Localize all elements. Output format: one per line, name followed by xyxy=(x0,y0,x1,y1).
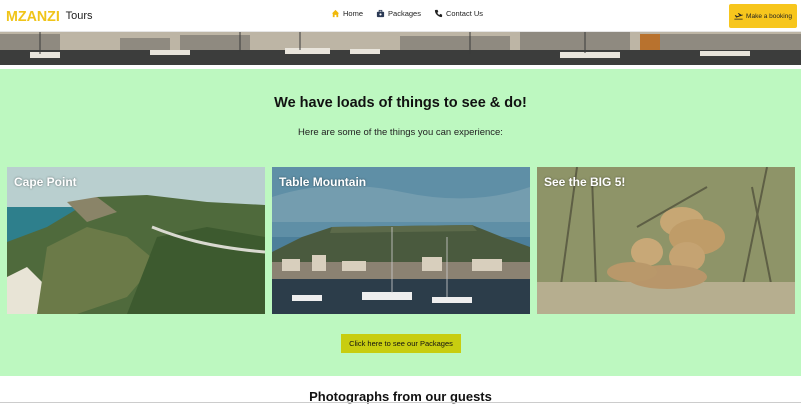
nav-home[interactable]: Home xyxy=(331,9,363,18)
navbar: MZANZI Tours Home Packages Contact Us Ma… xyxy=(0,0,801,32)
nav-contact-label: Contact Us xyxy=(445,9,484,18)
nav-packages[interactable]: Packages xyxy=(376,9,421,18)
card-table-mountain[interactable]: Table Mountain xyxy=(272,167,530,314)
packages-icon xyxy=(376,9,385,18)
home-icon xyxy=(331,9,340,18)
card-big-five-title: See the BIG 5! xyxy=(544,175,626,189)
brand-suffix: Tours xyxy=(65,10,93,22)
brand-name: MZANZI xyxy=(6,7,60,25)
make-booking-button[interactable]: Make a booking xyxy=(729,4,797,28)
main-menu: Home Packages Contact Us xyxy=(331,9,483,18)
nav-contact[interactable]: Contact Us xyxy=(434,9,483,18)
brand-logo[interactable]: MZANZI Tours xyxy=(6,6,93,26)
section-subline: Here are some of the things you can expe… xyxy=(298,127,503,138)
harbour-banner-image xyxy=(0,32,801,65)
nav-packages-label: Packages xyxy=(388,9,421,18)
divider xyxy=(0,402,801,403)
nav-home-label: Home xyxy=(343,9,364,18)
card-big-five[interactable]: See the BIG 5! xyxy=(537,167,795,314)
section-headline: We have loads of things to see & do! xyxy=(274,95,527,111)
plane-icon xyxy=(734,12,743,19)
card-table-mountain-title: Table Mountain xyxy=(279,175,367,189)
make-booking-label: Make a booking xyxy=(746,12,792,20)
experiences-section: We have loads of things to see & do! Her… xyxy=(0,69,801,376)
card-cape-point[interactable]: Cape Point xyxy=(7,167,265,314)
see-packages-button[interactable]: Click here to see our Packages xyxy=(341,334,461,353)
table-mountain-image xyxy=(272,167,530,314)
cape-point-image xyxy=(7,167,265,314)
lions-image xyxy=(537,167,795,314)
phone-icon xyxy=(434,9,443,18)
card-cape-point-title: Cape Point xyxy=(14,175,77,189)
